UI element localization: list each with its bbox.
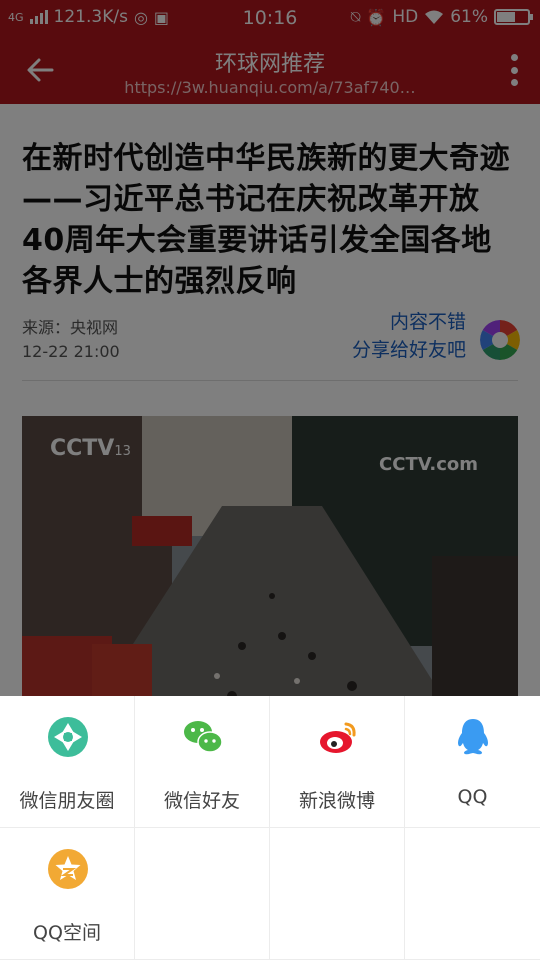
modal-backdrop[interactable] [0,0,540,696]
share-wechat[interactable]: 微信好友 [135,696,270,828]
share-qzone[interactable]: QQ空间 [0,828,135,960]
share-weibo[interactable]: 新浪微博 [270,696,405,828]
share-label: QQ [457,786,488,808]
moments-icon [47,716,89,758]
share-label: 微信朋友圈 [19,790,115,812]
share-empty-cell [270,828,405,960]
share-label: QQ空间 [33,922,101,944]
share-qq[interactable]: QQ [405,696,540,828]
weibo-icon [317,716,359,758]
share-empty-cell [405,828,540,960]
share-moments[interactable]: 微信朋友圈 [0,696,135,828]
share-panel: 微信朋友圈 微信好友 新浪微博 QQ QQ空间 [0,696,540,960]
share-label: 新浪微博 [298,790,375,812]
qzone-icon [47,848,89,890]
share-empty-cell [135,828,270,960]
qq-icon [452,716,494,758]
wechat-icon [182,716,224,758]
share-label: 微信好友 [163,790,240,812]
